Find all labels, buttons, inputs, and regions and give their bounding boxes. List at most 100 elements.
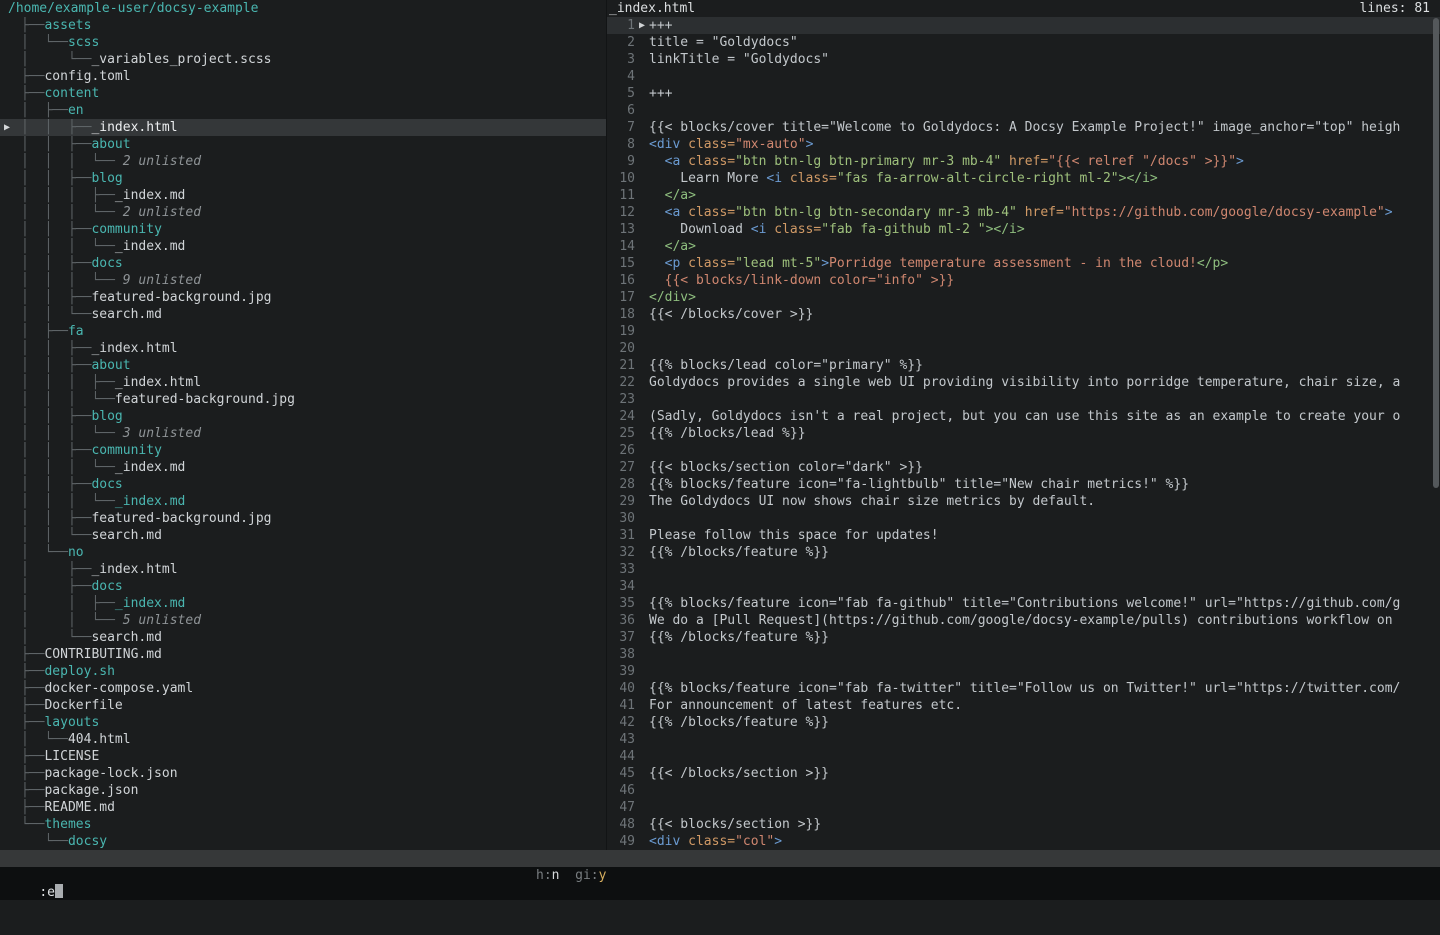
- text-cursor: [55, 884, 63, 898]
- tree-item[interactable]: │ ├──fa: [0, 323, 606, 340]
- tree-item[interactable]: │ │ ├──community: [0, 221, 606, 238]
- tree-item[interactable]: │ │ │ └── 3 unlisted: [0, 425, 606, 442]
- tree-root-path: /home/example-user/docsy-example: [0, 0, 606, 17]
- tree-item[interactable]: │ │ │ └──_index.md: [0, 493, 606, 510]
- tree-item[interactable]: │ │ │ ├──_index.html: [0, 374, 606, 391]
- code-line: 49 <div class="col">: [607, 833, 1440, 850]
- code-line: 3 linkTitle = "Goldydocs": [607, 51, 1440, 68]
- code-line: 23: [607, 391, 1440, 408]
- code-line: 38: [607, 646, 1440, 663]
- code-line: 36 We do a [Pull Request](https://github…: [607, 612, 1440, 629]
- code-line: 14 </a>: [607, 238, 1440, 255]
- tree-item[interactable]: ├──assets: [0, 17, 606, 34]
- tree-item[interactable]: │ │ │ ├──_index.md: [0, 187, 606, 204]
- code-line: 30: [607, 510, 1440, 527]
- tree-item[interactable]: │ │ ├──community: [0, 442, 606, 459]
- code-line: 15 <p class="lead mt-5">Porridge tempera…: [607, 255, 1440, 272]
- tree-item[interactable]: │ ├──en: [0, 102, 606, 119]
- main-area: /home/example-user/docsy-example ├──asse…: [0, 0, 1440, 850]
- tree-item[interactable]: │ └──search.md: [0, 629, 606, 646]
- tree-item[interactable]: │ └──no: [0, 544, 606, 561]
- tree-item[interactable]: ├──layouts: [0, 714, 606, 731]
- tree-item[interactable]: │ │ │ └──featured-background.jpg: [0, 391, 606, 408]
- tree-item[interactable]: ├──deploy.sh: [0, 663, 606, 680]
- tree-item[interactable]: │ │ ├──blog: [0, 408, 606, 425]
- code-line: 39: [607, 663, 1440, 680]
- code-line: 16 {{< blocks/link-down color="info" >}}: [607, 272, 1440, 289]
- tree-item[interactable]: │ │ │ └──_index.md: [0, 238, 606, 255]
- code-line: 7 {{< blocks/cover title="Welcome to Gol…: [607, 119, 1440, 136]
- code-line: 46: [607, 782, 1440, 799]
- code-line: 32 {{% /blocks/feature %}}: [607, 544, 1440, 561]
- tree-item[interactable]: ├──package.json: [0, 782, 606, 799]
- code-line: 29 The Goldydocs UI now shows chair size…: [607, 493, 1440, 510]
- preview-lines-count: lines: 81: [1360, 0, 1430, 17]
- code-line: 24 (Sadly, Goldydocs isn't a real projec…: [607, 408, 1440, 425]
- tree-item[interactable]: ├──LICENSE: [0, 748, 606, 765]
- bottom-filler: [0, 884, 1440, 900]
- code-line: 42 {{% /blocks/feature %}}: [607, 714, 1440, 731]
- tree-item[interactable]: ├──CONTRIBUTING.md: [0, 646, 606, 663]
- tree-item[interactable]: │ │ ├──docs: [0, 476, 606, 493]
- tree-item[interactable]: │ └──scss: [0, 34, 606, 51]
- mode-toggles: h:n gi:y: [536, 867, 606, 884]
- tree-item[interactable]: │ └──404.html: [0, 731, 606, 748]
- code-lines: 1▶+++2 title = "Goldydocs"3 linkTitle = …: [607, 17, 1440, 850]
- tree-item[interactable]: │ │ ├──about: [0, 357, 606, 374]
- preview-scrollbar[interactable]: [1433, 18, 1439, 488]
- tree-item[interactable]: ├──docker-compose.yaml: [0, 680, 606, 697]
- tree-item[interactable]: │ │ │ └── 2 unlisted: [0, 153, 606, 170]
- tree-item[interactable]: │ │ ├──featured-background.jpg: [0, 510, 606, 527]
- tree-item[interactable]: │ └──_variables_project.scss: [0, 51, 606, 68]
- code-line: 12 <a class="btn btn-lg btn-secondary mr…: [607, 204, 1440, 221]
- code-line: 25 {{% /blocks/lead %}}: [607, 425, 1440, 442]
- tree-item[interactable]: │ │ │ └──_index.md: [0, 459, 606, 476]
- tree-item[interactable]: │ │ │ └── 9 unlisted: [0, 272, 606, 289]
- tree-item[interactable]: │ │ ├──_index.html: [0, 340, 606, 357]
- code-line: 17 </div>: [607, 289, 1440, 306]
- code-line: 22 Goldydocs provides a single web UI pr…: [607, 374, 1440, 391]
- tree-item[interactable]: ▶│ │ ├──_index.html: [0, 119, 606, 136]
- code-line: 2 title = "Goldydocs": [607, 34, 1440, 51]
- code-line: 18 {{< /blocks/cover >}}: [607, 306, 1440, 323]
- code-line: 28 {{% blocks/feature icon="fa-lightbulb…: [607, 476, 1440, 493]
- code-line: 9 <a class="btn btn-lg btn-primary mr-3 …: [607, 153, 1440, 170]
- command-input[interactable]: :e: [39, 885, 55, 900]
- file-tree: ├──assets │ └──scss │ └──_variables_proj…: [0, 17, 606, 850]
- code-line: 33: [607, 561, 1440, 578]
- code-line: 5 +++: [607, 85, 1440, 102]
- tree-item[interactable]: │ │ ├──featured-background.jpg: [0, 289, 606, 306]
- tree-item[interactable]: │ │ └──search.md: [0, 527, 606, 544]
- code-line: 35 {{% blocks/feature icon="fab fa-githu…: [607, 595, 1440, 612]
- input-row[interactable]: :e h:n gi:y: [0, 867, 1440, 884]
- tree-item[interactable]: │ │ └── 5 unlisted: [0, 612, 606, 629]
- code-line: 48 {{< blocks/section >}}: [607, 816, 1440, 833]
- code-line: 20: [607, 340, 1440, 357]
- code-line: 47: [607, 799, 1440, 816]
- code-line: 8 <div class="mx-auto">: [607, 136, 1440, 153]
- tree-item[interactable]: │ │ ├──blog: [0, 170, 606, 187]
- tree-item[interactable]: └──docsy: [0, 833, 606, 850]
- tree-item[interactable]: ├──Dockerfile: [0, 697, 606, 714]
- tree-item[interactable]: ├──package-lock.json: [0, 765, 606, 782]
- code-line: 13 Download <i class="fab fa-github ml-2…: [607, 221, 1440, 238]
- tree-item[interactable]: └──themes: [0, 816, 606, 833]
- code-line: 1▶+++: [607, 17, 1440, 34]
- tree-item[interactable]: │ │ ├──about: [0, 136, 606, 153]
- tree-item[interactable]: │ ├──_index.html: [0, 561, 606, 578]
- tree-item[interactable]: │ │ └──search.md: [0, 306, 606, 323]
- tree-item[interactable]: ├──README.md: [0, 799, 606, 816]
- tree-item[interactable]: │ ├──docs: [0, 578, 606, 595]
- code-line: 11 </a>: [607, 187, 1440, 204]
- code-line: 21 {{% blocks/lead color="primary" %}}: [607, 357, 1440, 374]
- code-line: 37 {{% /blocks/feature %}}: [607, 629, 1440, 646]
- tree-item[interactable]: │ │ ├──_index.md: [0, 595, 606, 612]
- code-line: 34: [607, 578, 1440, 595]
- code-line: 44: [607, 748, 1440, 765]
- file-browser-pane: /home/example-user/docsy-example ├──asse…: [0, 0, 606, 850]
- tree-item[interactable]: │ │ │ └── 2 unlisted: [0, 204, 606, 221]
- code-line: 26: [607, 442, 1440, 459]
- tree-item[interactable]: │ │ ├──docs: [0, 255, 606, 272]
- tree-item[interactable]: ├──content: [0, 85, 606, 102]
- tree-item[interactable]: ├──config.toml: [0, 68, 606, 85]
